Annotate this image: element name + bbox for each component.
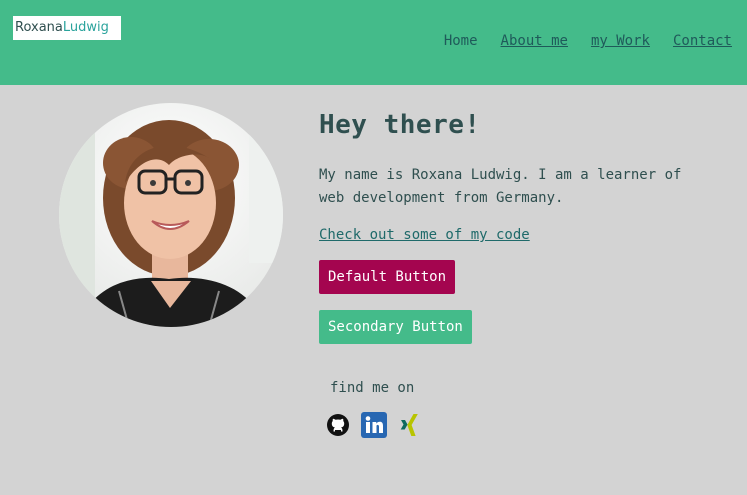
linkedin-icon[interactable] [360,411,388,439]
site-logo[interactable]: RoxanaLudwig [13,16,121,40]
default-button[interactable]: Default Button [319,260,456,294]
github-icon[interactable] [324,411,352,439]
profile-photo [59,103,283,327]
nav-home-link[interactable]: Home [444,32,478,50]
logo-first-name: Roxana [15,20,63,35]
intro-text: My name is Roxana Ludwig. I am a learner… [319,167,682,206]
site-header: RoxanaLudwig Home About me my Work Conta… [0,0,747,85]
check-code-link[interactable]: Check out some of my code [319,225,530,245]
logo-last-name: Ludwig [62,20,109,35]
intro-section: Hey there! My name is Roxana Ludwig. I a… [319,108,699,439]
xing-icon[interactable] [396,411,424,439]
nav-work-link[interactable]: my Work [591,32,650,50]
secondary-button[interactable]: Secondary Button [319,310,472,344]
find-me-label: find me on [330,380,415,396]
nav-contact-link[interactable]: Contact [673,32,732,50]
social-links [324,411,699,439]
page-title: Hey there! [319,110,481,140]
main-nav: Home About me my Work Contact [444,32,732,50]
nav-about-link[interactable]: About me [501,32,568,50]
